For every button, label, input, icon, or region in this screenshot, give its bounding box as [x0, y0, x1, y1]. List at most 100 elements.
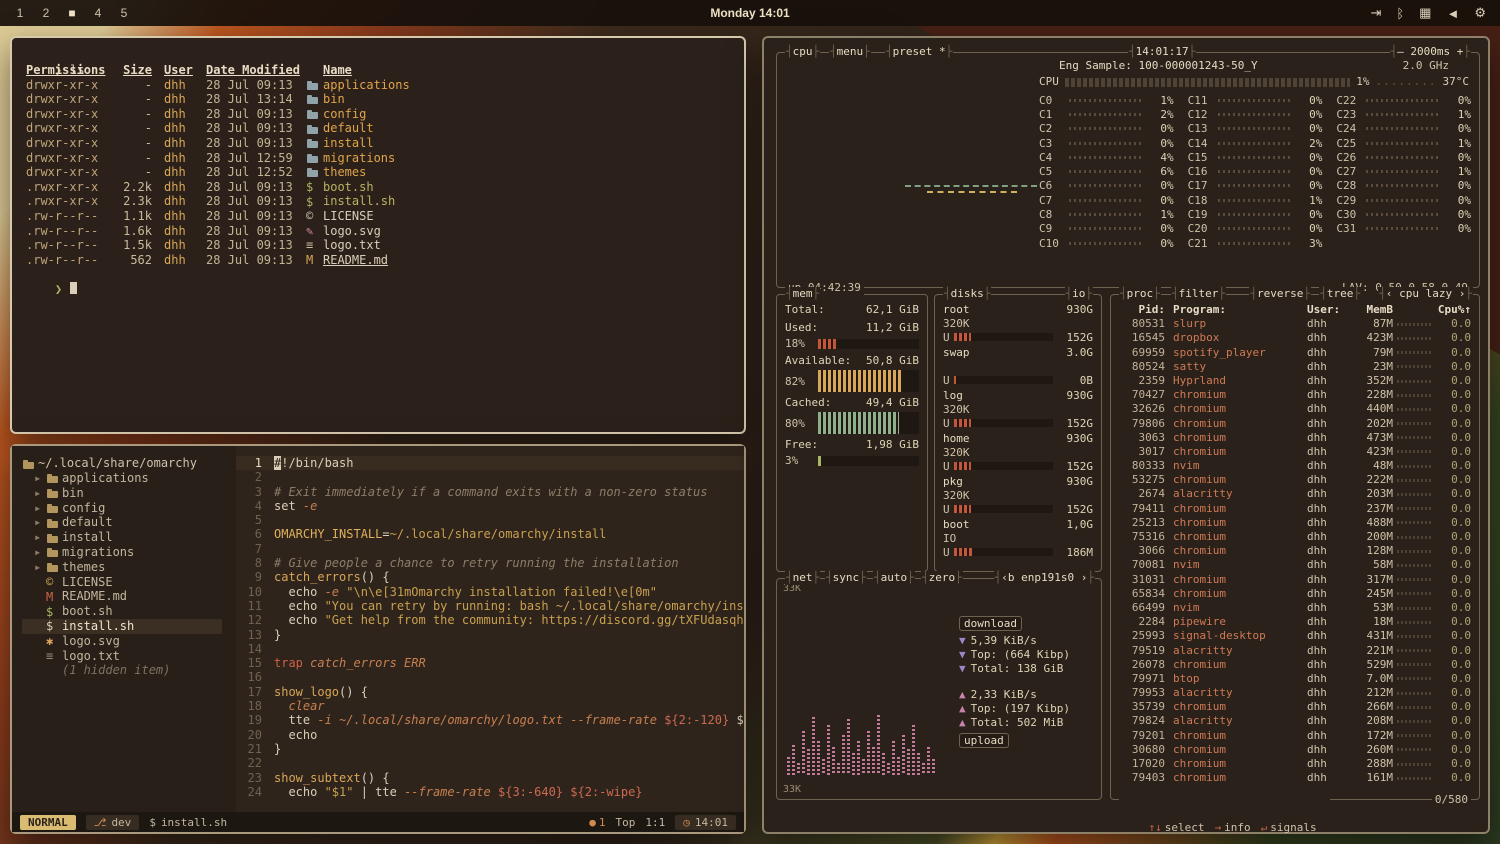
- tree-item-label: applications: [62, 471, 149, 486]
- workspace-button[interactable]: 2: [36, 6, 56, 20]
- interface-selector[interactable]: ‹b enp191s0 ›: [994, 571, 1095, 585]
- process-memory: 473M: [1349, 431, 1393, 445]
- proc-footer-action[interactable]: →info: [1215, 821, 1251, 834]
- process-row[interactable]: 80524 satty dhh 23M 0.0: [1119, 360, 1471, 374]
- process-row[interactable]: 31031 chromium dhh 317M 0.0: [1119, 573, 1471, 587]
- tree-item[interactable]: ▸ migrations: [22, 545, 236, 560]
- process-row[interactable]: 65834 chromium dhh 245M 0.0: [1119, 587, 1471, 601]
- process-row[interactable]: 75316 chromium dhh 200M 0.0: [1119, 530, 1471, 544]
- workspace-button[interactable]: 4: [88, 6, 108, 20]
- process-row[interactable]: 80333 nvim dhh 48M 0.0: [1119, 459, 1471, 473]
- process-cpu: 0.0: [1437, 487, 1471, 501]
- process-row[interactable]: 79403 chromium dhh 161M 0.0: [1119, 771, 1471, 785]
- user-column-header[interactable]: User:: [1307, 303, 1349, 317]
- process-memory: 352M: [1349, 374, 1393, 388]
- process-row[interactable]: 3066 chromium dhh 128M 0.0: [1119, 544, 1471, 558]
- git-branch-icon: ⎇: [94, 816, 107, 829]
- memory-stat-label: Cached:: [785, 396, 831, 410]
- io-tab[interactable]: io: [1065, 287, 1094, 301]
- process-row[interactable]: 3063 chromium dhh 473M 0.0: [1119, 431, 1471, 445]
- reverse-sort-button[interactable]: reverse: [1249, 287, 1311, 301]
- process-name: chromium: [1173, 445, 1307, 459]
- process-row[interactable]: 17020 chromium dhh 288M 0.0: [1119, 757, 1471, 771]
- core-id: C23: [1336, 108, 1362, 121]
- process-row[interactable]: 26078 chromium dhh 529M 0.0: [1119, 658, 1471, 672]
- process-memory: 200M: [1349, 530, 1393, 544]
- tree-item[interactable]: (1 hidden item): [22, 663, 236, 678]
- bluetooth-icon[interactable]: ᛒ: [1396, 5, 1404, 21]
- process-row[interactable]: 70427 chromium dhh 228M 0.0: [1119, 388, 1471, 402]
- menu-button[interactable]: menu: [829, 45, 871, 59]
- process-row[interactable]: 79411 chromium dhh 237M 0.0: [1119, 502, 1471, 516]
- process-row[interactable]: 25993 signal-desktop dhh 431M 0.0: [1119, 629, 1471, 643]
- settings-icon[interactable]: ⚙: [1474, 5, 1486, 21]
- process-name: chromium: [1173, 587, 1307, 601]
- refresh-interval-control[interactable]: — 2000ms +: [1390, 45, 1471, 59]
- workspace-button[interactable]: ■: [62, 6, 82, 20]
- process-row[interactable]: 16545 dropbox dhh 423M 0.0: [1119, 331, 1471, 345]
- process-row[interactable]: 66499 nvim dhh 53M 0.0: [1119, 601, 1471, 615]
- tree-view-button[interactable]: tree: [1319, 287, 1361, 301]
- program-column-header[interactable]: Program:: [1173, 303, 1307, 317]
- disk-used-value: 152G: [1057, 503, 1093, 516]
- core-meter: [1069, 199, 1144, 202]
- process-row[interactable]: 2674 alacritty dhh 203M 0.0: [1119, 487, 1471, 501]
- process-row[interactable]: 53275 chromium dhh 222M 0.0: [1119, 473, 1471, 487]
- logout-icon[interactable]: ⇥: [1370, 5, 1381, 21]
- core-id: C6: [1039, 179, 1065, 192]
- tree-item[interactable]: ≡ logo.txt: [22, 649, 236, 664]
- proc-footer-action[interactable]: ↵signals: [1261, 821, 1317, 834]
- tree-item[interactable]: $ boot.sh: [22, 604, 236, 619]
- process-row[interactable]: 79824 alacritty dhh 208M 0.0: [1119, 714, 1471, 728]
- process-row[interactable]: 3017 chromium dhh 423M 0.0: [1119, 445, 1471, 459]
- workspace-button[interactable]: 1: [10, 6, 30, 20]
- process-row[interactable]: 79519 alacritty dhh 221M 0.0: [1119, 644, 1471, 658]
- cpu-column-header[interactable]: Cpu%↑: [1437, 303, 1471, 317]
- volume-icon[interactable]: ◄: [1446, 5, 1459, 21]
- memory-column-header[interactable]: MemB: [1349, 303, 1393, 317]
- process-row[interactable]: 70081 nvim dhh 58M 0.0: [1119, 558, 1471, 572]
- process-row[interactable]: 80531 slurp dhh 87M 0.0: [1119, 317, 1471, 331]
- monitor-icon[interactable]: ▦: [1419, 5, 1431, 21]
- memory-stat-percent: 80%: [785, 417, 813, 430]
- ls-file-row: .rw-r--r-- 562 dhh 28 Jul 09:13 M README…: [26, 253, 744, 268]
- proc-footer-action[interactable]: ↑↓select: [1149, 821, 1205, 834]
- tree-item[interactable]: ▸ bin: [22, 486, 236, 501]
- process-row[interactable]: 2359 Hyprland dhh 352M 0.0: [1119, 374, 1471, 388]
- process-row[interactable]: 32626 chromium dhh 440M 0.0: [1119, 402, 1471, 416]
- process-row[interactable]: 79806 chromium dhh 202M 0.0: [1119, 417, 1471, 431]
- net-auto-tab[interactable]: auto: [873, 571, 915, 585]
- pid-column-header[interactable]: Pid:: [1119, 303, 1165, 317]
- process-row[interactable]: 79201 chromium dhh 172M 0.0: [1119, 729, 1471, 743]
- tree-item[interactable]: ▸ applications: [22, 471, 236, 486]
- workspace-button[interactable]: 5: [114, 6, 134, 20]
- tree-item[interactable]: ▸ themes: [22, 560, 236, 575]
- process-row[interactable]: 69959 spotify_player dhh 79M 0.0: [1119, 346, 1471, 360]
- net-zero-tab[interactable]: zero: [921, 571, 963, 585]
- code-editor[interactable]: 1#!/bin/bash23# Exit immediately if a co…: [236, 446, 744, 812]
- memory-stat-value: 50,8 GiB: [866, 354, 919, 368]
- tree-item[interactable]: ▸ install: [22, 530, 236, 545]
- process-row[interactable]: 25213 chromium dhh 488M 0.0: [1119, 516, 1471, 530]
- sort-column-selector[interactable]: ‹ cpu lazy ›: [1378, 287, 1473, 301]
- process-row[interactable]: 35739 chromium dhh 266M 0.0: [1119, 700, 1471, 714]
- filter-button[interactable]: filter: [1171, 287, 1226, 301]
- disk-entry: log 930G 320K U 152G: [943, 389, 1093, 430]
- tree-item[interactable]: ▸ config: [22, 501, 236, 516]
- disk-io: [943, 360, 1093, 373]
- preset-button[interactable]: preset *: [885, 45, 953, 59]
- tree-item[interactable]: ▸ default: [22, 515, 236, 530]
- tree-item[interactable]: ✱ logo.svg: [22, 634, 236, 649]
- tree-item[interactable]: © LICENSE: [22, 575, 236, 590]
- process-row[interactable]: 2284 pipewire dhh 18M 0.0: [1119, 615, 1471, 629]
- net-sync-tab[interactable]: sync: [825, 571, 867, 585]
- core-percent: 0%: [1296, 208, 1322, 221]
- process-row[interactable]: 79971 btop dhh 7.0M 0.0: [1119, 672, 1471, 686]
- file-permissions: drwxr-xr-x: [26, 92, 114, 107]
- tree-item[interactable]: $ install.sh: [22, 619, 222, 634]
- tree-root[interactable]: ~/.local/share/omarchy: [22, 456, 236, 471]
- tree-item[interactable]: M README.md: [22, 589, 236, 604]
- process-row[interactable]: 30680 chromium dhh 260M 0.0: [1119, 743, 1471, 757]
- process-row[interactable]: 79953 alacritty dhh 212M 0.0: [1119, 686, 1471, 700]
- chevron-icon: ▸: [34, 545, 46, 560]
